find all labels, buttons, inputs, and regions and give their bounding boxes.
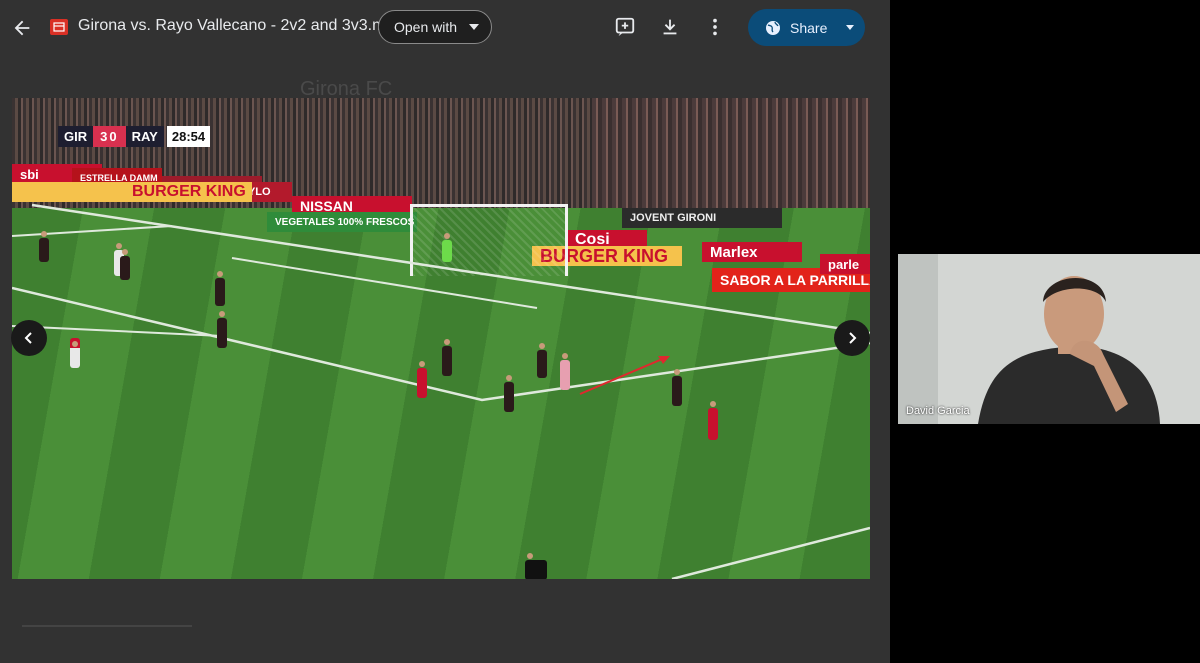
back-arrow-icon[interactable] <box>6 12 38 44</box>
chevron-right-icon <box>849 332 857 344</box>
home-team: GIR <box>58 126 94 147</box>
player <box>217 311 227 348</box>
player <box>672 369 682 406</box>
away-team: RAY <box>125 126 164 147</box>
away-score: 0 <box>109 129 119 144</box>
participant-video <box>898 254 1200 424</box>
share-label: Share <box>790 19 828 36</box>
player <box>417 361 427 398</box>
score: 3 0 <box>93 126 126 147</box>
player <box>70 338 80 368</box>
globe-icon <box>766 20 780 35</box>
background-divider <box>22 625 192 627</box>
chevron-down-icon <box>469 24 479 30</box>
player <box>560 353 570 390</box>
goalkeeper <box>442 233 452 262</box>
player <box>120 249 130 280</box>
scoreboard: GIR 3 0 RAY 28:54 <box>58 126 211 147</box>
pitch-markings <box>12 203 870 579</box>
video-player[interactable]: sbi ESTRELLA DAMM FOREVER. FASTER. HYLO … <box>12 98 870 579</box>
player <box>442 339 452 376</box>
player <box>708 401 718 440</box>
referee <box>525 553 547 579</box>
viewer-toolbar: Girona vs. Rayo Vallecano - 2v2 and 3v3.… <box>0 0 890 56</box>
file-title: Girona vs. Rayo Vallecano - 2v2 and 3v3.… <box>78 17 388 34</box>
open-with-label: Open with <box>394 19 458 35</box>
player <box>504 375 514 412</box>
screen: Girona FC Girona vs. Rayo Vallecano - 2v… <box>0 0 1200 663</box>
match-clock: 28:54 <box>166 126 211 147</box>
player <box>215 271 225 306</box>
home-score: 3 <box>100 129 110 144</box>
player <box>39 231 49 262</box>
player <box>537 343 547 378</box>
webcam-tile: David Garcia <box>898 254 1200 424</box>
chevron-left-icon <box>24 332 32 344</box>
download-icon[interactable] <box>655 12 685 42</box>
share-chevron-icon[interactable] <box>846 25 854 30</box>
participant-name: David Garcia <box>906 405 970 417</box>
video-file-icon <box>50 19 68 35</box>
previous-file-button[interactable] <box>11 320 47 356</box>
share-button[interactable]: Share <box>748 9 865 46</box>
open-with-button[interactable]: Open with <box>378 10 492 44</box>
next-file-button[interactable] <box>834 320 870 356</box>
add-comment-icon[interactable] <box>610 12 640 42</box>
more-options-icon[interactable] <box>700 12 730 42</box>
file-viewer-panel: Girona FC Girona vs. Rayo Vallecano - 2v… <box>0 0 890 663</box>
